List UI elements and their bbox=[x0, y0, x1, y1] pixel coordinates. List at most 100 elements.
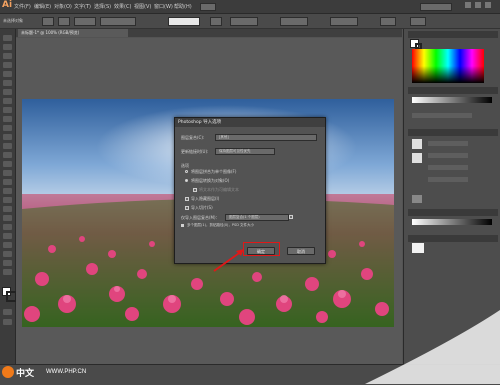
panel-row-1 bbox=[412, 113, 472, 118]
menu-effect[interactable]: 效果(C) bbox=[114, 3, 131, 10]
preferences-button[interactable] bbox=[330, 17, 358, 26]
graph-tool-icon[interactable] bbox=[3, 233, 12, 239]
selection-tool-icon[interactable] bbox=[3, 35, 12, 41]
extra-select[interactable]: 图层复合(1 个图层) bbox=[225, 214, 289, 221]
menu-edit[interactable]: 编辑(E) bbox=[34, 3, 51, 10]
hand-tool-icon[interactable] bbox=[3, 260, 12, 266]
menu-select[interactable]: 选择(S) bbox=[94, 3, 111, 10]
comp-label: 图层复合(C): bbox=[181, 135, 205, 140]
menu-object[interactable]: 对象(O) bbox=[54, 3, 72, 10]
update-select[interactable]: 保持图层可见性优先 bbox=[215, 148, 275, 155]
transform-icon[interactable] bbox=[410, 17, 426, 26]
menu-bar: Ai 文件(F) 编辑(E) 对象(O) 文字(T) 选择(S) 效果(C) 视… bbox=[0, 0, 500, 14]
perspective-grid-tool-icon[interactable] bbox=[3, 179, 12, 185]
symbol-thumb[interactable] bbox=[412, 243, 424, 253]
pencil-tool-icon[interactable] bbox=[3, 116, 12, 122]
draw-mode-icon[interactable] bbox=[3, 309, 12, 315]
color-panel-tab[interactable] bbox=[408, 31, 498, 38]
layer-thumb-1[interactable] bbox=[412, 139, 422, 149]
extra-checkbox[interactable] bbox=[289, 215, 293, 219]
close-icon[interactable] bbox=[485, 2, 491, 8]
paintbrush-tool-icon[interactable] bbox=[3, 107, 12, 113]
cancel-button[interactable]: 取消 bbox=[287, 247, 315, 255]
blend-tool-icon[interactable] bbox=[3, 215, 12, 221]
eraser-tool-icon[interactable] bbox=[3, 125, 12, 131]
eyedropper-tool-icon[interactable] bbox=[3, 206, 12, 212]
search-input[interactable] bbox=[420, 3, 452, 11]
style-swatch[interactable] bbox=[210, 17, 222, 26]
symbols-panel-tab[interactable] bbox=[408, 235, 498, 242]
menu-view[interactable]: 视图(V) bbox=[134, 3, 151, 10]
annotation-arrow-icon bbox=[213, 249, 244, 272]
info-bullet-icon bbox=[181, 224, 184, 227]
stroke-panel-tab[interactable] bbox=[408, 87, 498, 94]
dialog-title: Photoshop 导入选项 bbox=[175, 118, 325, 127]
comp-value: [其他] bbox=[219, 135, 229, 139]
panel-row-3 bbox=[428, 153, 468, 158]
slice-tool-icon[interactable] bbox=[3, 251, 12, 257]
zoom-tool-icon[interactable] bbox=[3, 269, 12, 275]
variable-width[interactable] bbox=[100, 17, 136, 26]
stroke-swatch[interactable] bbox=[58, 17, 70, 26]
layer-thumb-2[interactable] bbox=[412, 153, 422, 163]
app-logo: Ai bbox=[2, 0, 13, 10]
comp-select[interactable]: [其他] bbox=[215, 134, 317, 141]
line-tool-icon[interactable] bbox=[3, 89, 12, 95]
panel-row-4 bbox=[428, 165, 468, 170]
menu-type[interactable]: 文字(T) bbox=[74, 3, 91, 10]
align-icon[interactable] bbox=[380, 17, 396, 26]
opacity-field[interactable] bbox=[230, 17, 258, 26]
layers-panel-tab[interactable] bbox=[408, 129, 498, 136]
lasso-tool-icon[interactable] bbox=[3, 62, 12, 68]
panel-row-5 bbox=[428, 177, 468, 182]
menu-window[interactable]: 窗口(W) bbox=[154, 3, 173, 10]
info-text: 多个图层(1)，剪贴路径(0)，PSD 文件大小 bbox=[187, 223, 255, 227]
gradient-preview[interactable] bbox=[412, 195, 422, 203]
fill-swatch[interactable] bbox=[42, 17, 54, 26]
toolbox bbox=[0, 29, 17, 364]
control-bar: 未选择对象 bbox=[0, 14, 500, 29]
transparency-slider[interactable] bbox=[412, 219, 492, 225]
maximize-icon[interactable] bbox=[475, 2, 481, 8]
width-tool-icon[interactable] bbox=[3, 152, 12, 158]
workspace-switcher[interactable] bbox=[200, 3, 216, 11]
menu-file[interactable]: 文件(F) bbox=[14, 3, 31, 10]
scale-tool-icon[interactable] bbox=[3, 143, 12, 149]
document-tab[interactable]: 未标题-1* @ 100% (RGB/预览) bbox=[18, 29, 128, 37]
appearance-panel-tab[interactable] bbox=[408, 209, 498, 216]
free-transform-tool-icon[interactable] bbox=[3, 161, 12, 167]
pen-tool-icon[interactable] bbox=[3, 71, 12, 77]
gradient-slider[interactable] bbox=[412, 97, 492, 103]
page-curl-watermark bbox=[365, 310, 500, 384]
screen-mode-icon[interactable] bbox=[3, 319, 12, 325]
import-hidden-checkbox[interactable] bbox=[185, 197, 189, 201]
text-checkbox[interactable] bbox=[193, 188, 197, 192]
gradient-tool-icon[interactable] bbox=[3, 197, 12, 203]
text-label: 将文本作为可编辑文本 bbox=[199, 187, 239, 192]
symbol-sprayer-tool-icon[interactable] bbox=[3, 224, 12, 230]
selection-status: 未选择对象 bbox=[3, 18, 23, 23]
direct-selection-tool-icon[interactable] bbox=[3, 44, 12, 50]
menu-help[interactable]: 帮助(H) bbox=[174, 3, 192, 10]
mesh-tool-icon[interactable] bbox=[3, 188, 12, 194]
update-value: 保持图层可见性优先 bbox=[219, 149, 251, 153]
artboard-tool-icon[interactable] bbox=[3, 242, 12, 248]
flatten-label: 将图层拼合为单个图像(F) bbox=[191, 169, 237, 174]
watermark-sub: WWW.PHP.CN bbox=[46, 369, 87, 375]
doc-setup-button[interactable] bbox=[280, 17, 308, 26]
convert-radio[interactable] bbox=[185, 179, 188, 182]
type-tool-icon[interactable] bbox=[3, 80, 12, 86]
convert-label: 将图层转换为对象(O) bbox=[191, 178, 230, 183]
rectangle-tool-icon[interactable] bbox=[3, 98, 12, 104]
minimize-icon[interactable] bbox=[465, 2, 471, 8]
import-hidden-label: 导入隐藏图层(I) bbox=[191, 196, 220, 201]
color-spectrum[interactable] bbox=[412, 49, 484, 83]
brush-definition[interactable] bbox=[168, 17, 200, 26]
stroke-weight[interactable] bbox=[74, 17, 96, 26]
magic-wand-tool-icon[interactable] bbox=[3, 53, 12, 59]
flatten-radio[interactable] bbox=[185, 170, 188, 173]
rotate-tool-icon[interactable] bbox=[3, 134, 12, 140]
panel-row-2 bbox=[428, 141, 468, 146]
shape-builder-tool-icon[interactable] bbox=[3, 170, 12, 176]
slices-checkbox[interactable] bbox=[185, 206, 189, 210]
